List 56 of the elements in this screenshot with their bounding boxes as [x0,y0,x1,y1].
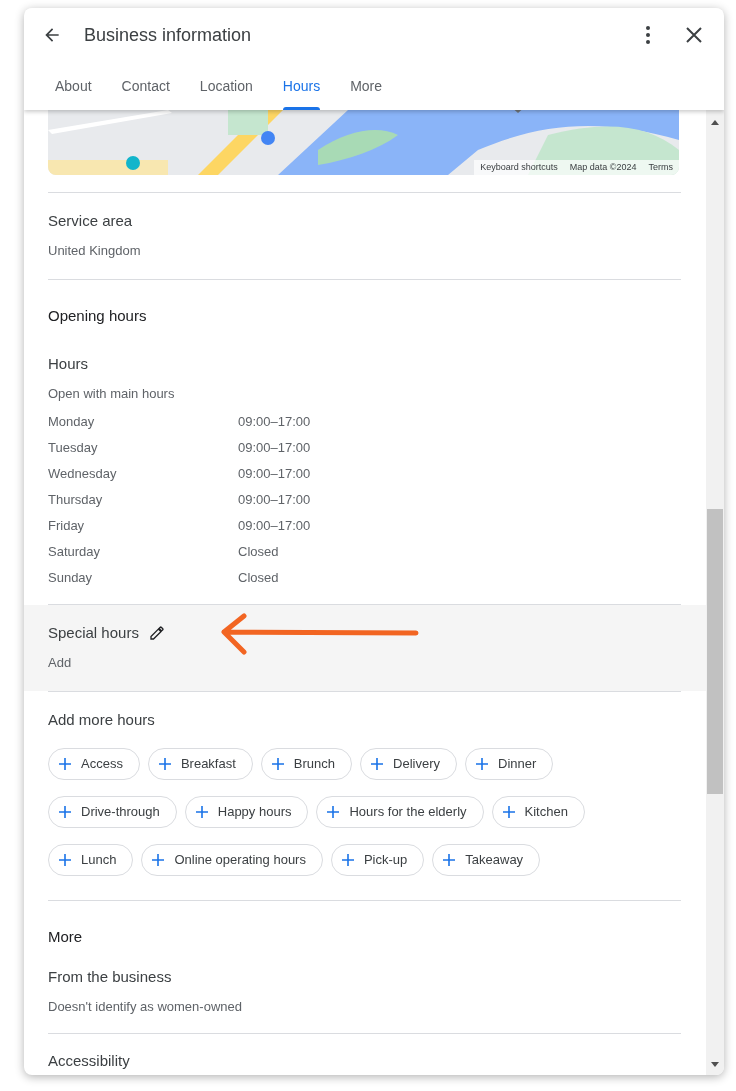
dialog-title: Business information [84,23,253,47]
map-attribution[interactable]: Terms [642,159,679,175]
plus-icon [152,854,165,866]
plus-icon [371,758,384,770]
day-hours: 09:00–17:00 [238,517,311,535]
plus-icon [341,854,354,866]
plus-icon [476,758,488,770]
special-hours-row[interactable]: Special hours Add [24,605,706,691]
map-attribution: Map data ©2024 [568,160,638,174]
day-name: Sunday [48,569,94,587]
more-vertical-icon [646,26,650,44]
tab[interactable]: More [335,62,398,110]
plus-icon [195,806,208,818]
section-heading: Opening hours [48,306,148,326]
section-title: Add more hours [48,710,156,730]
plus-icon [327,806,340,818]
section-value: Open with main hours [48,385,176,403]
plus-icon [443,854,456,866]
pencil-icon[interactable] [148,625,165,641]
day-hours: 09:00–17:00 [238,439,311,457]
section-value: Doesn't identify as women-owned [48,998,243,1016]
day-name: Friday [48,517,86,535]
plus-icon [59,758,71,770]
section-value: Add [48,654,73,672]
section-heading: More [48,927,84,947]
section-title: Service area [48,211,134,231]
tab[interactable]: Location [184,62,268,110]
day-hours: 09:00–17:00 [238,465,311,483]
scroll-down-icon[interactable] [711,1062,719,1067]
day-hours: 09:00–17:00 [238,491,311,509]
tab[interactable]: Contact [106,62,185,110]
scrollbar[interactable] [706,110,724,1075]
tab[interactable]: About [40,62,107,110]
plus-icon [59,854,71,866]
day-hours: Closed [238,569,279,587]
day-name: Monday [48,413,96,431]
section-title: From the business [48,967,173,987]
scroll-up-icon[interactable] [711,120,719,125]
plus-icon [502,806,515,818]
map-attribution[interactable]: Keyboard shortcuts [474,159,564,175]
plus-icon [271,758,284,770]
day-hours: 09:00–17:00 [238,413,311,431]
plus-icon [59,806,71,818]
section-value: United Kingdom [48,242,142,260]
day-name: Thursday [48,491,104,509]
day-name: Wednesday [48,465,118,483]
day-name: Tuesday [48,439,99,457]
section-title: Hours [48,354,89,374]
plus-icon [158,758,171,770]
section-title: Special hours [48,623,139,643]
scrollbar-thumb[interactable] [707,509,723,794]
close-icon [686,27,702,43]
tab[interactable]: Hours [267,62,336,110]
section-title: Accessibility [48,1051,131,1071]
day-name: Saturday [48,543,102,561]
day-hours: Closed [238,543,279,561]
